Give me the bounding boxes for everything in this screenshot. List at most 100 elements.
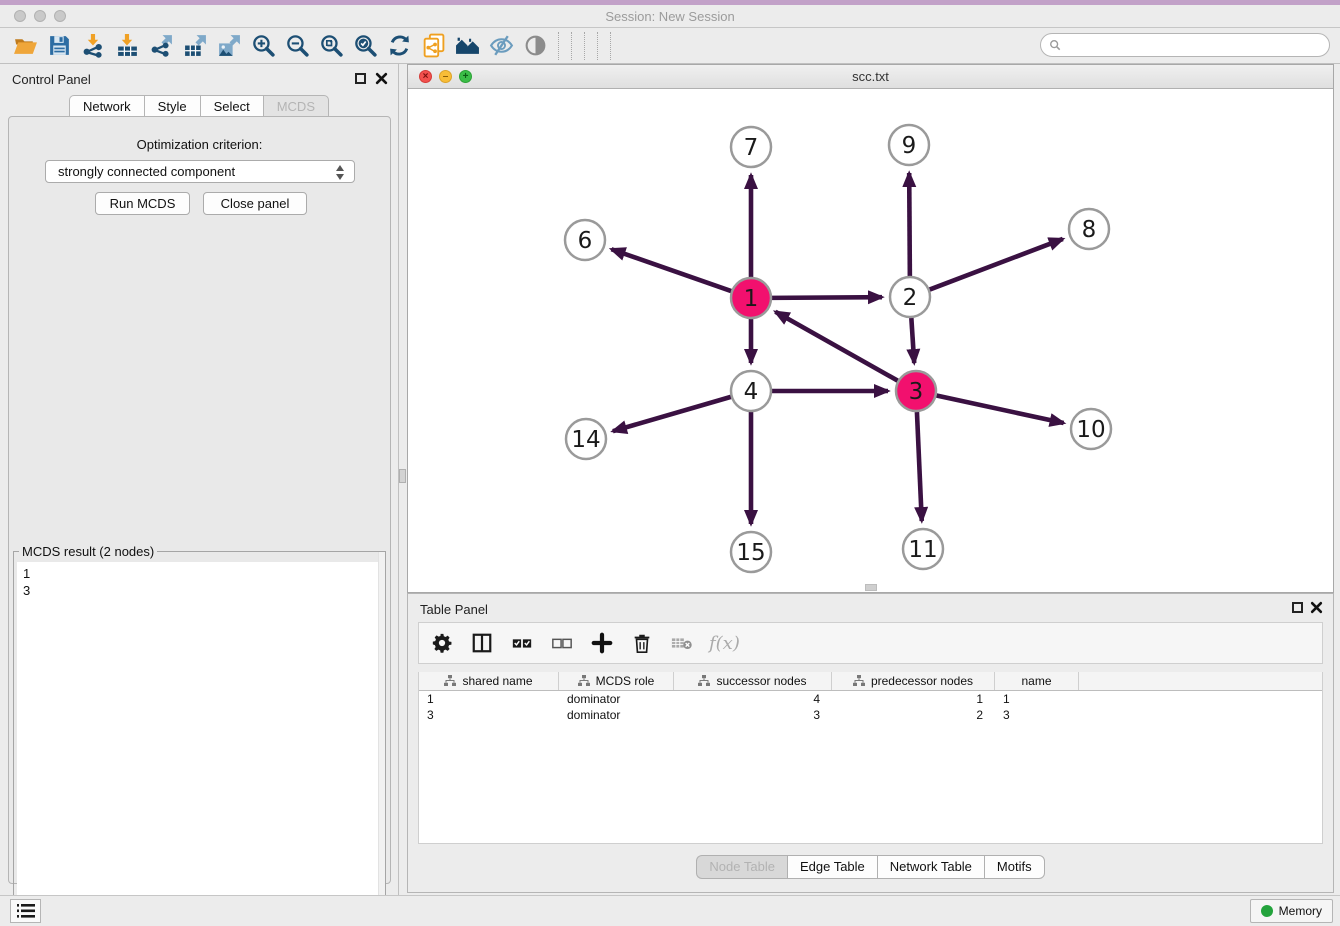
graph-node-15[interactable]: 15 — [731, 532, 771, 572]
table-cell[interactable]: 1 — [832, 691, 995, 707]
search-input[interactable] — [1066, 36, 1329, 54]
criterion-select[interactable]: strongly connected component — [45, 160, 355, 183]
graph-node-8[interactable]: 8 — [1069, 209, 1109, 249]
function-builder-icon[interactable]: f(x) — [709, 633, 740, 654]
table-cell[interactable]: 4 — [674, 691, 832, 707]
graph-node-label: 2 — [903, 285, 918, 311]
export-table-button[interactable] — [178, 31, 212, 61]
toolbar-separator — [584, 32, 585, 60]
canvas-resize-grip[interactable] — [865, 584, 877, 591]
toolbar-separator — [558, 32, 559, 60]
save-session-button[interactable] — [42, 31, 76, 61]
close-panel-icon[interactable] — [375, 72, 388, 85]
graph-node-label: 3 — [909, 379, 924, 405]
table-cell[interactable]: dominator — [559, 691, 674, 707]
graph-edge-3-10[interactable] — [937, 395, 1064, 423]
deselect-all-icon[interactable] — [549, 630, 575, 656]
attribute-tree-icon — [578, 675, 590, 687]
select-all-icon[interactable] — [509, 630, 535, 656]
tab-motifs[interactable]: Motifs — [984, 855, 1045, 879]
graph-edge-2-3[interactable] — [911, 318, 914, 363]
graph-edge-1-2[interactable] — [772, 297, 882, 298]
memory-button[interactable]: Memory — [1250, 899, 1333, 923]
tab-network-table[interactable]: Network Table — [877, 855, 984, 879]
column-header-shared-name[interactable]: shared name — [419, 672, 559, 690]
table-cell[interactable]: 3 — [995, 707, 1079, 723]
graph-node-14[interactable]: 14 — [566, 419, 606, 459]
close-panel-button[interactable]: Close panel — [203, 192, 307, 215]
table-float-panel-icon[interactable] — [1292, 602, 1303, 613]
open-file-button[interactable] — [8, 31, 42, 61]
zoom-out-button[interactable] — [280, 31, 314, 61]
zoom-fit-button[interactable] — [314, 31, 348, 61]
graph-node-label: 4 — [744, 379, 759, 405]
mcds-result-text[interactable]: 1 3 — [17, 562, 382, 926]
graph-node-3[interactable]: 3 — [896, 371, 936, 411]
table-row[interactable]: 3dominator323 — [419, 707, 1322, 723]
result-scrollbar[interactable] — [378, 552, 385, 926]
table-close-panel-icon[interactable] — [1310, 601, 1323, 614]
table-cell[interactable]: 3 — [674, 707, 832, 723]
graph-edge-2-9[interactable] — [909, 173, 910, 276]
table-cell[interactable]: dominator — [559, 707, 674, 723]
import-table-button[interactable] — [110, 31, 144, 61]
graph-edge-2-8[interactable] — [930, 239, 1063, 290]
tab-node-table[interactable]: Node Table — [696, 855, 787, 879]
graph-node-11[interactable]: 11 — [903, 529, 943, 569]
column-header-successor-nodes[interactable]: successor nodes — [674, 672, 832, 690]
graph-node-7[interactable]: 7 — [731, 127, 771, 167]
network-from-file-button[interactable] — [416, 31, 450, 61]
zoom-selected-button[interactable] — [348, 31, 382, 61]
float-panel-icon[interactable] — [355, 73, 366, 84]
table-cell[interactable]: 1 — [995, 691, 1079, 707]
graph-edge-4-14[interactable] — [613, 397, 731, 431]
home-button[interactable] — [450, 31, 484, 61]
hide-graphics-button[interactable] — [484, 31, 518, 61]
export-image-button[interactable] — [212, 31, 246, 61]
graph-node-4[interactable]: 4 — [731, 371, 771, 411]
network-window-titlebar[interactable]: × – + scc.txt — [408, 65, 1333, 89]
column-header-MCDS-role[interactable]: MCDS role — [559, 672, 674, 690]
table-cell[interactable]: 2 — [832, 707, 995, 723]
run-mcds-button[interactable]: Run MCDS — [95, 192, 190, 215]
table-cell[interactable]: 1 — [419, 691, 559, 707]
graph-node-10[interactable]: 10 — [1071, 409, 1111, 449]
graph-node-label: 15 — [736, 540, 765, 566]
refresh-button[interactable] — [382, 31, 416, 61]
import-network-button[interactable] — [76, 31, 110, 61]
hide-graphics-icon — [489, 33, 514, 58]
table-row[interactable]: 1dominator411 — [419, 691, 1322, 707]
delete-column-icon[interactable] — [629, 630, 655, 656]
graph-node-1[interactable]: 1 — [731, 278, 771, 318]
graph-node-9[interactable]: 9 — [889, 125, 929, 165]
graph-node-label: 11 — [908, 537, 937, 563]
table-cell[interactable]: 3 — [419, 707, 559, 723]
column-header-predecessor-nodes[interactable]: predecessor nodes — [832, 672, 995, 690]
graph-edge-3-1[interactable] — [775, 312, 897, 381]
column-header-name[interactable]: name — [995, 672, 1079, 690]
zoom-in-button[interactable] — [246, 31, 280, 61]
table-toolbar: f(x) — [418, 622, 1323, 664]
delete-table-icon[interactable] — [669, 630, 695, 656]
show-graphics-button[interactable] — [518, 31, 552, 61]
graph-node-label: 14 — [571, 427, 600, 453]
export-network-icon — [149, 33, 174, 58]
search-field[interactable] — [1040, 33, 1330, 57]
graph-edge-1-6[interactable] — [611, 249, 731, 291]
splitter-grip[interactable] — [399, 469, 406, 483]
add-column-icon[interactable] — [589, 630, 615, 656]
column-header-label: MCDS role — [596, 674, 655, 688]
table-settings-gear-icon[interactable] — [429, 630, 455, 656]
graph-node-2[interactable]: 2 — [890, 277, 930, 317]
tab-edge-table[interactable]: Edge Table — [787, 855, 877, 879]
zoom-fit-icon — [319, 33, 344, 58]
mcds-result-groupbox: MCDS result (2 nodes) 1 3 — [13, 551, 386, 926]
graph-edge-3-11[interactable] — [917, 412, 922, 521]
show-columns-icon[interactable] — [469, 630, 495, 656]
node-table: shared name MCDS role successor nodesprede… — [418, 672, 1323, 844]
main-titlebar[interactable]: Session: New Session — [0, 5, 1340, 28]
show-panels-button[interactable] — [10, 899, 41, 923]
export-network-button[interactable] — [144, 31, 178, 61]
graph-node-6[interactable]: 6 — [565, 220, 605, 260]
network-canvas[interactable]: 1 2 3 4 6 7 8 9 10 11 14 15 — [408, 89, 1333, 592]
